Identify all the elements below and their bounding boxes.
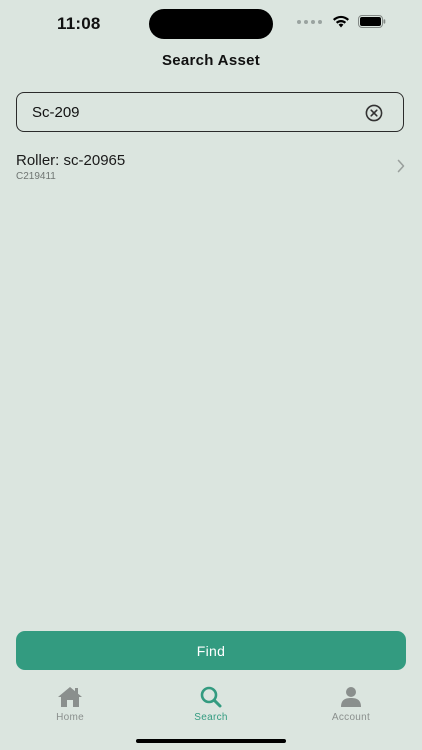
tab-home[interactable]: Home — [25, 682, 115, 728]
home-indicator — [136, 739, 286, 743]
clear-search-button[interactable] — [365, 104, 383, 122]
find-button[interactable]: Find — [16, 631, 406, 670]
dynamic-island — [149, 9, 273, 39]
wifi-icon — [333, 15, 349, 28]
clear-circle-icon — [365, 104, 383, 122]
tab-home-label: Home — [56, 712, 84, 723]
house-icon — [58, 687, 82, 707]
tab-search[interactable]: Search — [166, 682, 256, 728]
page-title: Search Asset — [161, 52, 261, 69]
tab-account-label: Account — [331, 712, 371, 723]
tab-search-label: Search — [194, 712, 228, 723]
search-result-item[interactable]: Roller: sc-20965 C219411 — [0, 146, 422, 190]
status-bar: 11:08 — [0, 0, 422, 48]
tab-bar: Home Search Account — [0, 682, 422, 728]
search-input[interactable] — [32, 93, 352, 131]
magnifier-icon — [200, 686, 222, 708]
status-time: 11:08 — [57, 14, 101, 33]
cellular-signal-icon — [297, 19, 322, 24]
result-title: Roller: sc-20965 — [16, 152, 126, 169]
result-subtitle: C219411 — [16, 171, 56, 182]
tab-account[interactable]: Account — [306, 682, 396, 728]
search-field — [16, 92, 404, 132]
person-icon — [341, 687, 361, 707]
status-icons — [297, 15, 386, 28]
chevron-right-icon — [397, 159, 405, 173]
battery-icon — [358, 15, 386, 28]
